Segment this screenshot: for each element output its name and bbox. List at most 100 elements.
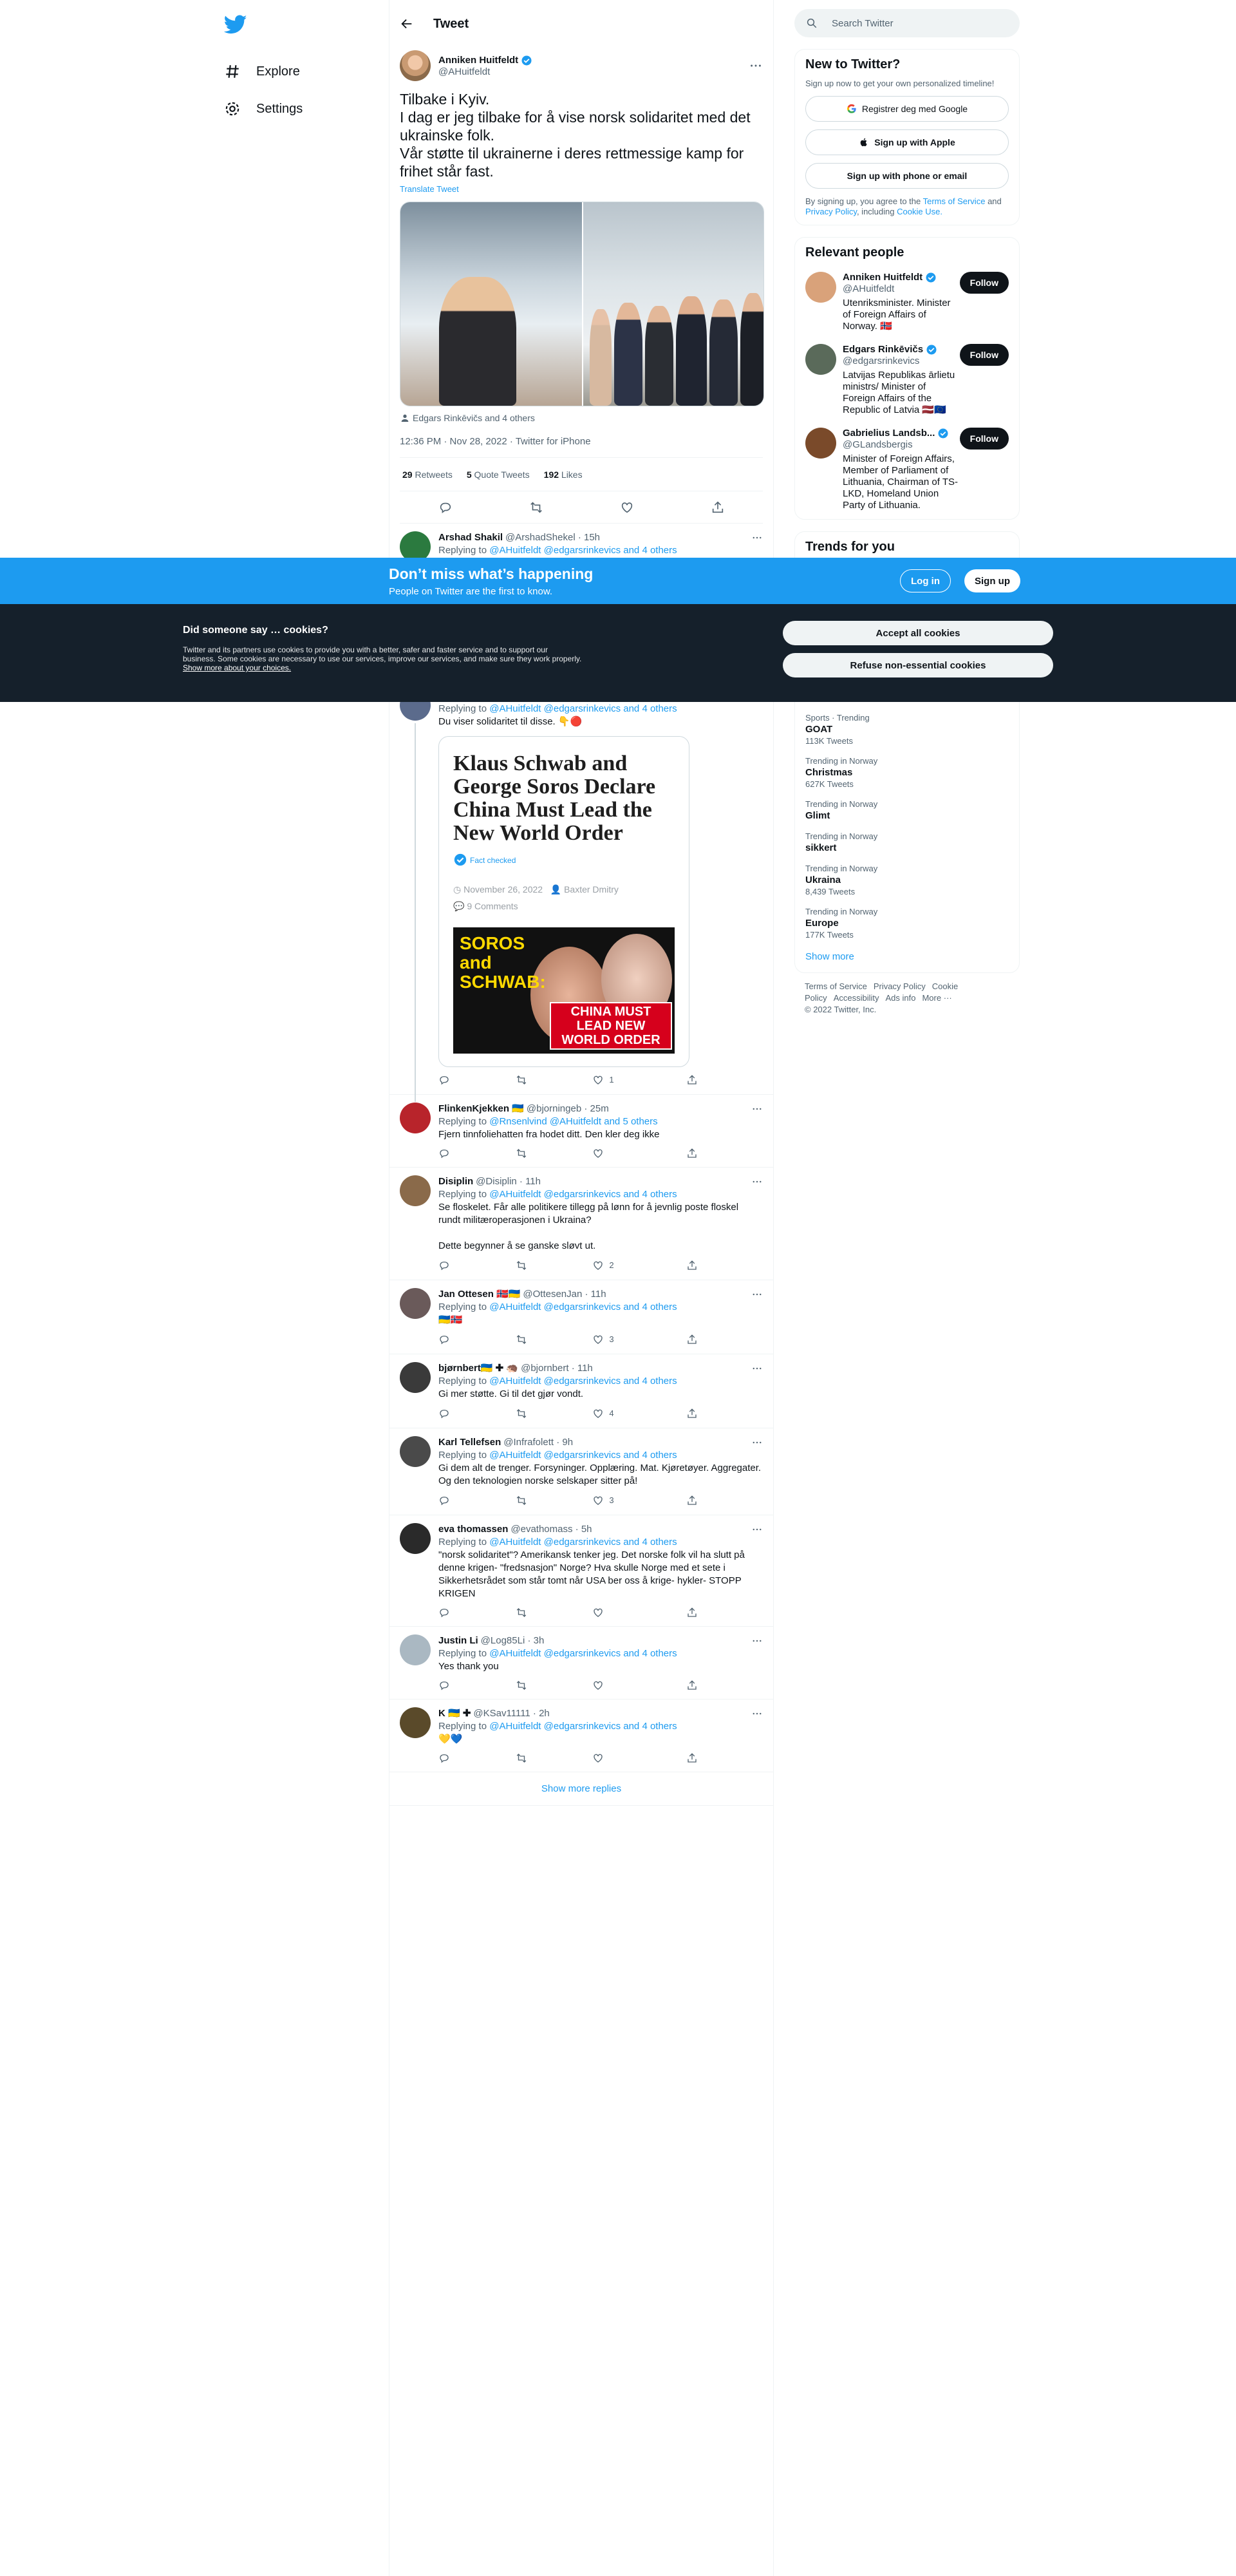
- reply-tweet[interactable]: bjørnbert🇺🇦 ✚ 🦔 @bjornbert · 11h Replyin…: [389, 1354, 773, 1428]
- twitter-logo-icon[interactable]: [223, 13, 247, 36]
- tweet-photo-1[interactable]: [400, 202, 582, 406]
- reply-tweet[interactable]: Justin Li @Log85Li · 3h Replying to @AHu…: [389, 1627, 773, 1700]
- relevant-person[interactable]: Anniken Huitfeldt @AHuitfeldt Utenriksmi…: [805, 272, 1009, 332]
- more-options-icon[interactable]: [751, 1103, 763, 1115]
- reply-mentions[interactable]: @Rnsenlvind @AHuitfeldt and 5 others: [489, 1116, 657, 1127]
- reply-button[interactable]: [438, 1148, 464, 1159]
- share-button[interactable]: [686, 1752, 712, 1764]
- reply-author-handle[interactable]: @Disiplin · 11h: [476, 1175, 541, 1188]
- reply-author-handle[interactable]: @evathomass · 5h: [510, 1523, 592, 1536]
- more-options-icon[interactable]: [751, 1437, 763, 1448]
- retweet-button[interactable]: [516, 1607, 541, 1618]
- reply-button[interactable]: [438, 1680, 464, 1691]
- reply-author-handle[interactable]: @bjornbert · 11h: [521, 1362, 593, 1375]
- reply-author-name[interactable]: Disiplin: [438, 1175, 473, 1188]
- reply-tweet[interactable]: Disiplin @Disiplin · 11h Replying to @AH…: [389, 1168, 773, 1280]
- trend-item[interactable]: Trending in Norway Glimt: [805, 799, 1009, 821]
- tweet-photo-2[interactable]: [582, 202, 763, 406]
- retweet-button[interactable]: [516, 1333, 541, 1346]
- cookie-use-link[interactable]: Cookie Use.: [897, 207, 942, 216]
- back-arrow-icon[interactable]: [400, 17, 414, 31]
- retweet-button[interactable]: [516, 1494, 541, 1507]
- reply-author-handle[interactable]: @Infrafolett · 9h: [503, 1436, 573, 1449]
- relevant-person[interactable]: Gabrielius Landsb... @GLandsbergis Minis…: [805, 428, 1009, 511]
- retweet-button[interactable]: [516, 1148, 541, 1159]
- follow-button[interactable]: Follow: [959, 344, 1009, 366]
- reply-mentions[interactable]: @AHuitfeldt @edgarsrinkevics and 4 other…: [489, 703, 677, 714]
- share-button[interactable]: [686, 1407, 712, 1420]
- share-button[interactable]: [686, 1148, 712, 1159]
- reply-author-handle[interactable]: @bjorningeb · 25m: [527, 1103, 609, 1115]
- more-options-icon[interactable]: [751, 1708, 763, 1719]
- more-options-icon[interactable]: [751, 1635, 763, 1647]
- likes-stat[interactable]: 192 Likes: [544, 469, 583, 480]
- like-button[interactable]: 4: [592, 1407, 635, 1420]
- reply-author-name[interactable]: K 🇺🇦 ✚: [438, 1707, 471, 1720]
- reply-author-handle[interactable]: @ArshadShekel · 15h: [505, 531, 600, 544]
- reply-icon[interactable]: [438, 500, 453, 515]
- reply-tweet[interactable]: eva thomassen @evathomass · 5h Replying …: [389, 1515, 773, 1627]
- avatar[interactable]: [400, 1288, 431, 1319]
- avatar[interactable]: [400, 1103, 431, 1133]
- like-icon[interactable]: [620, 500, 634, 515]
- more-options-icon[interactable]: [751, 1289, 763, 1300]
- avatar[interactable]: [805, 344, 836, 375]
- person-handle[interactable]: @edgarsrinkevics: [843, 355, 960, 367]
- like-button[interactable]: 1: [592, 1074, 635, 1086]
- avatar[interactable]: [400, 1707, 431, 1738]
- share-button[interactable]: [686, 1494, 712, 1507]
- footer-link[interactable]: Accessibility: [834, 993, 879, 1003]
- reply-author-name[interactable]: Karl Tellefsen: [438, 1436, 501, 1449]
- avatar[interactable]: [805, 272, 836, 303]
- avatar[interactable]: [400, 50, 431, 81]
- reply-author-name[interactable]: FlinkenKjekken 🇺🇦: [438, 1103, 524, 1115]
- reply-mentions[interactable]: @AHuitfeldt @edgarsrinkevics and 4 other…: [489, 1189, 677, 1200]
- author-name[interactable]: Anniken Huitfeldt: [438, 55, 518, 66]
- more-options-icon[interactable]: [749, 59, 763, 73]
- refuse-cookies-button[interactable]: Refuse non-essential cookies: [783, 653, 1053, 677]
- reply-mentions[interactable]: @AHuitfeldt @edgarsrinkevics and 4 other…: [489, 1376, 677, 1387]
- footer-link[interactable]: Terms of Service: [805, 981, 867, 991]
- reply-author-handle[interactable]: @Log85Li · 3h: [481, 1634, 545, 1647]
- footer-link[interactable]: More ···: [922, 993, 951, 1003]
- author-handle[interactable]: @AHuitfeldt: [438, 66, 749, 77]
- reply-button[interactable]: [438, 1333, 464, 1346]
- reply-tweet[interactable]: ØTh No jab on me. 😎 @Rnsenlvind · 11h Re…: [389, 682, 773, 1102]
- reply-mentions[interactable]: @AHuitfeldt @edgarsrinkevics and 4 other…: [489, 1648, 677, 1659]
- quotes-stat[interactable]: 5 Quote Tweets: [467, 469, 530, 480]
- trend-item[interactable]: Trending in Norway Ukraina 8,439 Tweets: [805, 864, 1009, 896]
- like-button[interactable]: [592, 1607, 635, 1618]
- retweet-button[interactable]: [516, 1752, 541, 1764]
- like-button[interactable]: [592, 1148, 635, 1159]
- relevant-person[interactable]: Edgars Rinkēvičs @edgarsrinkevics Latvij…: [805, 344, 1009, 416]
- trends-show-more[interactable]: Show more: [805, 951, 1009, 962]
- retweet-button[interactable]: [516, 1074, 541, 1086]
- tweet-timestamp[interactable]: 12:36 PM · Nov 28, 2022 · Twitter for iP…: [400, 436, 763, 458]
- tweet-media[interactable]: [400, 202, 764, 406]
- share-button[interactable]: [686, 1607, 712, 1618]
- avatar[interactable]: [805, 428, 836, 459]
- reply-tweet[interactable]: FlinkenKjekken 🇺🇦 @bjorningeb · 25m Repl…: [389, 1095, 773, 1168]
- reply-mentions[interactable]: @AHuitfeldt @edgarsrinkevics and 4 other…: [489, 545, 677, 556]
- card-image[interactable]: SOROS and SCHWAB: CHINA MUST LEAD NEW WO…: [453, 927, 675, 1054]
- share-icon[interactable]: [711, 500, 725, 515]
- signup-button[interactable]: Sign up: [964, 569, 1020, 592]
- retweet-button[interactable]: [516, 1680, 541, 1691]
- reply-mentions[interactable]: @AHuitfeldt @edgarsrinkevics and 4 other…: [489, 1721, 677, 1732]
- avatar[interactable]: [400, 1362, 431, 1393]
- reply-button[interactable]: [438, 1494, 464, 1507]
- reply-author-name[interactable]: Jan Ottesen 🇳🇴🇺🇦: [438, 1288, 520, 1301]
- reply-button[interactable]: [438, 1607, 464, 1618]
- phone-signup-button[interactable]: Sign up with phone or email: [805, 163, 1009, 189]
- reply-button[interactable]: [438, 1074, 464, 1086]
- reply-author-name[interactable]: bjørnbert🇺🇦 ✚ 🦔: [438, 1362, 518, 1375]
- reply-mentions[interactable]: @AHuitfeldt @edgarsrinkevics and 4 other…: [489, 1537, 677, 1548]
- like-button[interactable]: [592, 1752, 635, 1764]
- retweets-stat[interactable]: 29 Retweets: [402, 469, 453, 480]
- trend-item[interactable]: Trending in Norway Europe 177K Tweets: [805, 907, 1009, 940]
- apple-signup-button[interactable]: Sign up with Apple: [805, 129, 1009, 155]
- avatar[interactable]: [400, 1634, 431, 1665]
- avatar[interactable]: [400, 1436, 431, 1467]
- more-options-icon[interactable]: [751, 532, 763, 544]
- trend-item[interactable]: Sports · Trending GOAT 113K Tweets: [805, 713, 1009, 746]
